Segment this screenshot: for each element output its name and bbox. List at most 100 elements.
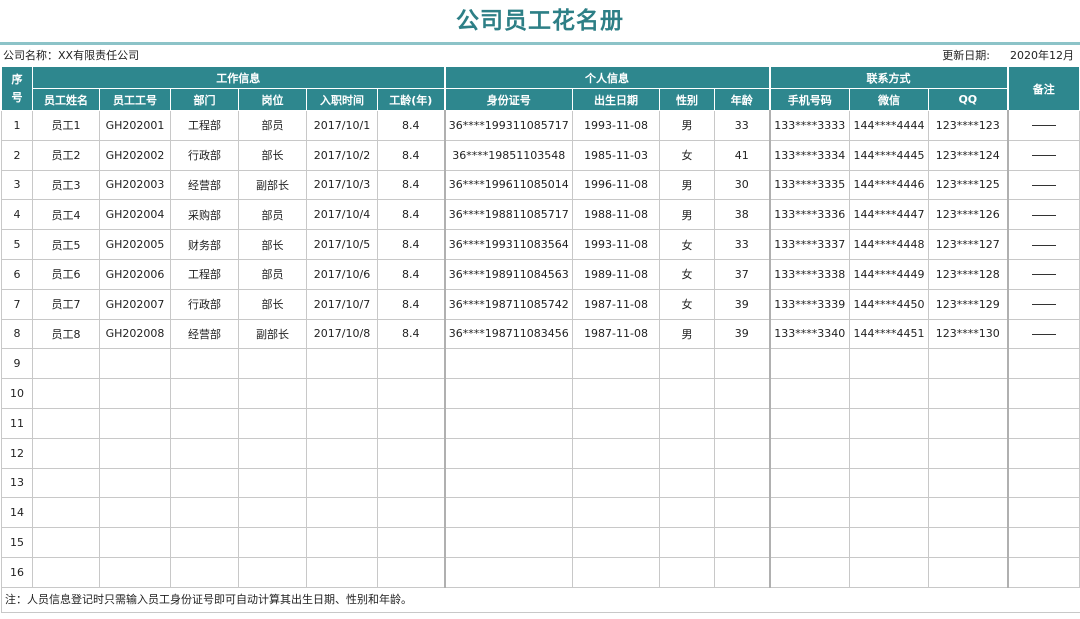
- cell-phone[interactable]: [768, 527, 851, 558]
- cell-id-no[interactable]: [443, 556, 574, 588]
- cell-emp-no[interactable]: [99, 527, 171, 558]
- cell-gender[interactable]: 女: [659, 258, 716, 290]
- cell-seq[interactable]: 3: [1, 169, 33, 201]
- cell-birth[interactable]: [572, 467, 661, 499]
- cell-age[interactable]: 33: [714, 229, 771, 260]
- cell-remark[interactable]: [1006, 110, 1080, 141]
- cell-seq[interactable]: 14: [1, 497, 33, 529]
- cell-name[interactable]: [32, 378, 100, 409]
- cell-id-no[interactable]: [443, 527, 574, 558]
- cell-age[interactable]: 33: [714, 110, 771, 141]
- cell-id-no[interactable]: [443, 437, 574, 469]
- cell-remark[interactable]: [1006, 556, 1080, 588]
- cell-tenure[interactable]: [376, 407, 446, 439]
- cell-tenure[interactable]: 8.4: [376, 199, 446, 231]
- cell-wechat[interactable]: [849, 527, 930, 558]
- cell-name[interactable]: 员工1: [32, 110, 100, 141]
- cell-age[interactable]: 39: [714, 288, 771, 320]
- cell-age[interactable]: [714, 378, 771, 409]
- cell-position[interactable]: 部长: [238, 229, 307, 260]
- cell-qq[interactable]: 123****127: [928, 229, 1009, 260]
- cell-join-date[interactable]: [306, 348, 378, 380]
- cell-name[interactable]: [32, 348, 100, 380]
- cell-tenure[interactable]: [376, 467, 446, 499]
- cell-seq[interactable]: 5: [1, 229, 33, 260]
- cell-emp-no[interactable]: GH202001: [99, 110, 171, 141]
- cell-wechat[interactable]: [849, 467, 930, 499]
- cell-seq[interactable]: 16: [1, 556, 33, 588]
- cell-wechat[interactable]: [849, 556, 930, 588]
- cell-join-date[interactable]: 2017/10/1: [306, 110, 378, 141]
- cell-wechat[interactable]: [849, 497, 930, 529]
- cell-phone[interactable]: [768, 437, 851, 469]
- cell-tenure[interactable]: 8.4: [376, 318, 446, 350]
- cell-qq[interactable]: 123****130: [928, 318, 1009, 350]
- cell-wechat[interactable]: 144****4449: [849, 258, 930, 290]
- cell-phone[interactable]: [768, 497, 851, 529]
- cell-wechat[interactable]: 144****4445: [849, 139, 930, 171]
- cell-phone[interactable]: [768, 348, 851, 380]
- cell-join-date[interactable]: [306, 497, 378, 529]
- cell-qq[interactable]: [928, 348, 1009, 380]
- cell-remark[interactable]: [1006, 318, 1080, 350]
- cell-phone[interactable]: [768, 407, 851, 439]
- cell-name[interactable]: 员工3: [32, 169, 100, 201]
- cell-phone[interactable]: 133****3338: [768, 258, 851, 290]
- cell-id-no[interactable]: [443, 378, 574, 409]
- cell-birth[interactable]: 1996-11-08: [572, 169, 661, 201]
- cell-phone[interactable]: [768, 556, 851, 588]
- cell-name[interactable]: 员工4: [32, 199, 100, 231]
- cell-position[interactable]: [238, 527, 307, 558]
- cell-birth[interactable]: [572, 378, 661, 409]
- cell-name[interactable]: [32, 497, 100, 529]
- cell-tenure[interactable]: 8.4: [376, 258, 446, 290]
- cell-tenure[interactable]: 8.4: [376, 288, 446, 320]
- cell-wechat[interactable]: 144****4447: [849, 199, 930, 231]
- cell-join-date[interactable]: 2017/10/2: [306, 139, 378, 171]
- cell-id-no[interactable]: 36****199311085717: [443, 110, 574, 141]
- cell-birth[interactable]: 1985-11-03: [572, 139, 661, 171]
- cell-qq[interactable]: [928, 407, 1009, 439]
- cell-age[interactable]: 39: [714, 318, 771, 350]
- cell-dept[interactable]: 行政部: [170, 288, 239, 320]
- cell-gender[interactable]: [659, 467, 716, 499]
- cell-id-no[interactable]: 36****199311083564: [443, 229, 574, 260]
- cell-gender[interactable]: [659, 556, 716, 588]
- cell-remark[interactable]: [1006, 497, 1080, 529]
- cell-phone[interactable]: 133****3335: [768, 169, 851, 201]
- cell-join-date[interactable]: 2017/10/7: [306, 288, 378, 320]
- cell-birth[interactable]: 1989-11-08: [572, 258, 661, 290]
- cell-birth[interactable]: 1993-11-08: [572, 110, 661, 141]
- cell-birth[interactable]: [572, 407, 661, 439]
- cell-birth[interactable]: [572, 527, 661, 558]
- cell-qq[interactable]: 123****128: [928, 258, 1009, 290]
- cell-qq[interactable]: [928, 527, 1009, 558]
- cell-dept[interactable]: 工程部: [170, 258, 239, 290]
- cell-tenure[interactable]: [376, 378, 446, 409]
- cell-seq[interactable]: 1: [1, 110, 33, 141]
- cell-remark[interactable]: [1006, 467, 1080, 499]
- cell-join-date[interactable]: 2017/10/3: [306, 169, 378, 201]
- cell-tenure[interactable]: 8.4: [376, 169, 446, 201]
- cell-dept[interactable]: 财务部: [170, 229, 239, 260]
- cell-age[interactable]: 38: [714, 199, 771, 231]
- cell-qq[interactable]: 123****129: [928, 288, 1009, 320]
- cell-qq[interactable]: 123****126: [928, 199, 1009, 231]
- cell-phone[interactable]: 133****3339: [768, 288, 851, 320]
- cell-dept[interactable]: 采购部: [170, 199, 239, 231]
- cell-id-no[interactable]: 36****198711085742: [443, 288, 574, 320]
- cell-seq[interactable]: 10: [1, 378, 33, 409]
- cell-birth[interactable]: 1993-11-08: [572, 229, 661, 260]
- cell-dept[interactable]: 经营部: [170, 169, 239, 201]
- cell-dept[interactable]: [170, 467, 239, 499]
- cell-emp-no[interactable]: [99, 378, 171, 409]
- cell-qq[interactable]: [928, 467, 1009, 499]
- cell-wechat[interactable]: 144****4450: [849, 288, 930, 320]
- cell-join-date[interactable]: 2017/10/5: [306, 229, 378, 260]
- cell-dept[interactable]: 行政部: [170, 139, 239, 171]
- cell-id-no[interactable]: [443, 497, 574, 529]
- cell-remark[interactable]: [1006, 258, 1080, 290]
- cell-position[interactable]: 部员: [238, 258, 307, 290]
- cell-join-date[interactable]: [306, 378, 378, 409]
- cell-join-date[interactable]: 2017/10/8: [306, 318, 378, 350]
